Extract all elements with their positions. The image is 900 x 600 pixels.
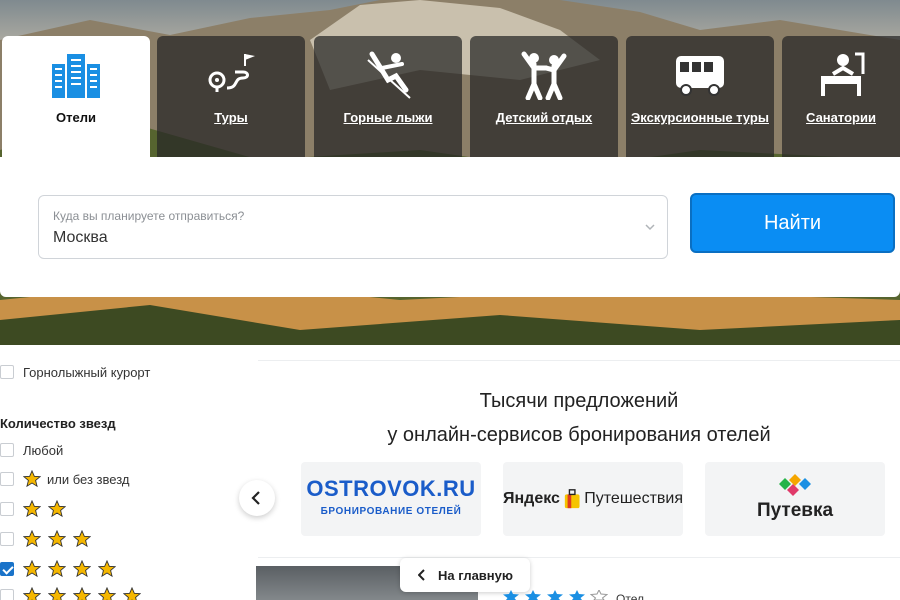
filter-stars-2[interactable] [0,499,66,519]
star-outline-icon [590,590,608,600]
star-icon [23,470,41,488]
checkbox[interactable] [0,589,14,600]
tab-label: Отели [56,110,96,125]
chevron-left-icon [251,491,260,505]
yandex-logo-text: Яндекс [503,490,560,507]
partners-section: Тысячи предложений у онлайн-сервисов бро… [258,360,900,600]
back-button-label: На главную [438,567,513,583]
partner-ostrovok[interactable]: OSTROVOK.RU БРОНИРОВАНИЕ ОТЕЛЕЙ [301,462,481,536]
filter-stars-3[interactable] [0,529,91,549]
checkbox-checked[interactable] [0,562,14,576]
skier-icon [367,51,411,99]
filter-stars-1[interactable]: или без звезд [0,469,129,489]
filter-ski-resort[interactable]: Горнолыжный курорт [0,362,150,382]
checkbox[interactable] [0,472,14,486]
destination-input[interactable] [53,229,613,247]
tab-label: Горные лыжи [343,110,433,125]
putevka-logo-text: Путевка [756,500,834,521]
star-icon [98,587,116,600]
hotel-type-label: Отел [616,592,644,600]
checkbox[interactable] [0,443,14,457]
star-icon [48,500,66,518]
tab-tours[interactable]: Туры [157,36,305,158]
spa-icon [821,52,865,96]
hotel-rating [502,590,608,600]
destination-placeholder: Куда вы планируете отправиться? [53,209,245,223]
filter-stars-4[interactable] [0,559,116,579]
ostrovok-tagline: БРОНИРОВАНИЕ ОТЕЛЕЙ [320,506,462,517]
star-icon [48,560,66,578]
star-icon [48,530,66,548]
route-icon [208,54,255,92]
partner-yandex-travel[interactable]: Яндекс Путешествия [503,462,683,536]
partner-putevka[interactable]: Путевка [705,462,885,536]
star-icon [73,587,91,600]
checkbox[interactable] [0,365,14,379]
checkbox[interactable] [0,502,14,516]
bus-icon [676,56,724,96]
tab-excursions[interactable]: Экскурсионные туры [626,36,774,158]
star-icon [123,587,141,600]
chevron-left-icon [418,569,425,581]
star-icon [23,587,41,600]
carousel-prev-button[interactable] [239,480,275,516]
chevron-down-icon[interactable] [645,222,655,232]
star-icon [569,590,585,600]
putevka-logo-icon [779,474,811,496]
star-icon [503,590,519,600]
tab-ski[interactable]: Горные лыжи [314,36,462,158]
search-panel: Куда вы планируете отправиться? Найти [0,157,900,297]
filter-label: или без звезд [47,471,130,487]
tab-hotels[interactable]: Отели [2,36,150,158]
star-icon [547,590,563,600]
star-icon [48,587,66,600]
star-icon [23,530,41,548]
tab-label: Экскурсионные туры [631,110,769,125]
children-icon [521,51,567,100]
suitcase-icon [564,489,580,509]
partners-title-line1: Тысячи предложений [479,390,679,412]
checkbox[interactable] [0,532,14,546]
category-tabs: Отели Туры Горные лыжи Детский отдых Экс… [0,36,900,158]
star-icon [23,500,41,518]
stars-heading: Количество звезд [0,416,116,431]
star-icon [73,560,91,578]
destination-field[interactable]: Куда вы планируете отправиться? [38,195,668,259]
back-to-home-button[interactable]: На главную [400,558,530,592]
star-icon [525,590,541,600]
filter-stars-5[interactable] [0,586,141,600]
tab-label: Детский отдых [495,110,593,125]
filter-label: Любой [23,442,64,458]
yandex-service-text: Путешествия [584,490,683,507]
tab-label: Санатории [806,110,876,125]
partners-title-line2: у онлайн-сервисов бронирования отелей [387,424,771,446]
filter-stars-any[interactable]: Любой [0,440,63,460]
tab-sanatoriums[interactable]: Санатории [782,36,900,158]
ostrovok-logo-text: OSTROVOK.RU [306,476,476,501]
tab-label: Туры [214,110,248,125]
star-icon [73,530,91,548]
find-button[interactable]: Найти [690,193,895,253]
tab-kids[interactable]: Детский отдых [470,36,618,158]
filter-label: Горнолыжный курорт [23,364,151,380]
star-icon [23,560,41,578]
star-icon [98,560,116,578]
hotel-icon [52,54,100,98]
